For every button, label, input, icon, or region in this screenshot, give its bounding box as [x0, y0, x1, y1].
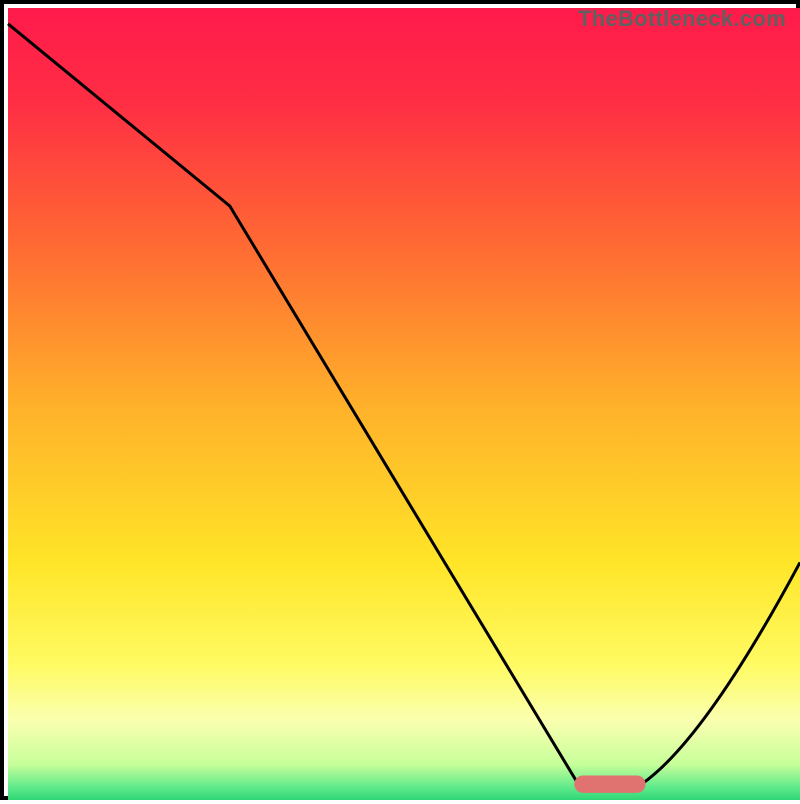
- bottleneck-chart: [4, 4, 800, 804]
- watermark-label: TheBottleneck.com: [578, 6, 786, 32]
- optimal-zone-marker: [574, 775, 645, 792]
- gradient-background: [8, 8, 800, 800]
- chart-frame: TheBottleneck.com: [0, 0, 800, 800]
